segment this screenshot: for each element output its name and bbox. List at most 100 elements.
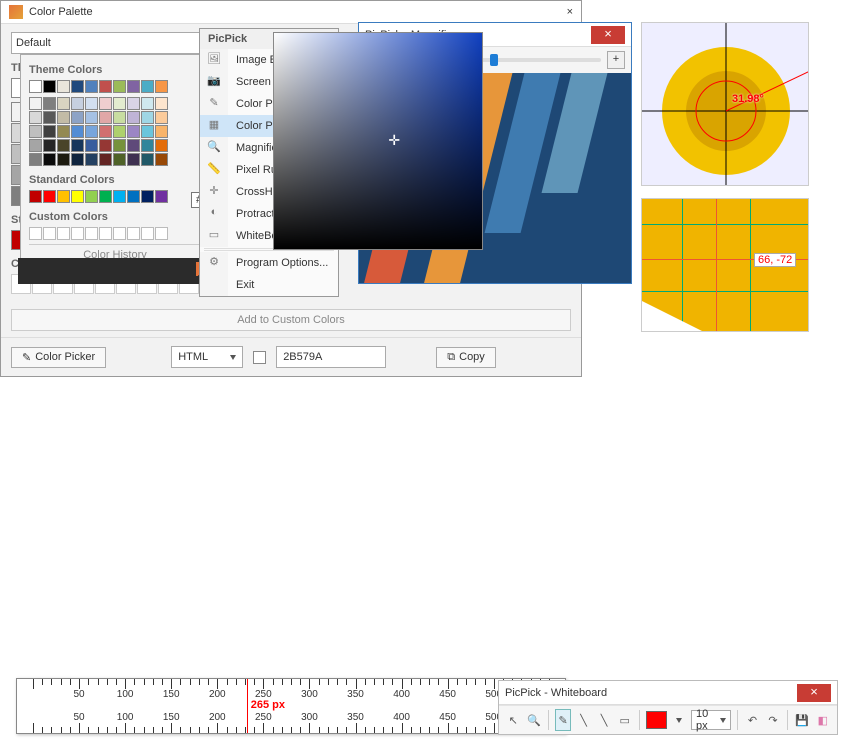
- color-swatch[interactable]: [99, 139, 112, 152]
- color-swatch[interactable]: [141, 125, 154, 138]
- color-picker-button[interactable]: ✎Color Picker: [11, 347, 106, 368]
- color-swatch[interactable]: [113, 190, 126, 203]
- color-swatch[interactable]: [99, 153, 112, 166]
- color-swatch[interactable]: [155, 80, 168, 93]
- color-swatch[interactable]: [29, 153, 42, 166]
- custom-color-slot[interactable]: [71, 227, 84, 240]
- menu-item[interactable]: Exit: [200, 274, 338, 296]
- color-gradient[interactable]: ✛: [273, 32, 483, 250]
- color-swatch[interactable]: [43, 190, 56, 203]
- color-swatch[interactable]: [71, 153, 84, 166]
- redo-button[interactable]: ↷: [765, 709, 782, 731]
- color-swatch[interactable]: [71, 111, 84, 124]
- color-swatch[interactable]: [71, 125, 84, 138]
- color-swatch[interactable]: [141, 190, 154, 203]
- custom-color-slot[interactable]: [155, 227, 168, 240]
- color-swatch[interactable]: [113, 111, 126, 124]
- color-swatch[interactable]: [71, 190, 84, 203]
- custom-color-slot[interactable]: [57, 227, 70, 240]
- color-swatch[interactable]: [29, 80, 42, 93]
- color-swatch[interactable]: [155, 97, 168, 110]
- color-swatch[interactable]: [85, 111, 98, 124]
- undo-button[interactable]: ↶: [744, 709, 761, 731]
- color-swatch[interactable]: [43, 80, 56, 93]
- color-swatch[interactable]: [127, 125, 140, 138]
- color-swatch[interactable]: [43, 153, 56, 166]
- color-swatch[interactable]: [29, 190, 42, 203]
- color-swatch[interactable]: [57, 80, 70, 93]
- color-swatch[interactable]: [155, 111, 168, 124]
- zoom-tool[interactable]: 🔍: [526, 709, 543, 731]
- color-swatch[interactable]: [85, 153, 98, 166]
- line-tool-2[interactable]: ╲: [596, 709, 613, 731]
- custom-color-slot[interactable]: [141, 227, 154, 240]
- pointer-tool[interactable]: ↖: [505, 709, 522, 731]
- color-swatch[interactable]: [71, 97, 84, 110]
- color-swatch[interactable]: [99, 97, 112, 110]
- color-swatch[interactable]: [99, 190, 112, 203]
- color-swatch[interactable]: [141, 111, 154, 124]
- color-swatch[interactable]: [99, 80, 112, 93]
- color-swatch[interactable]: [85, 97, 98, 110]
- color-swatch[interactable]: [113, 97, 126, 110]
- custom-color-slot[interactable]: [29, 227, 42, 240]
- add-to-custom-button[interactable]: Add to Custom Colors: [11, 309, 571, 331]
- color-swatch[interactable]: [127, 190, 140, 203]
- pen-tool[interactable]: ✎: [555, 709, 572, 731]
- color-swatch[interactable]: [57, 125, 70, 138]
- color-swatch[interactable]: [127, 139, 140, 152]
- color-swatch[interactable]: [113, 153, 126, 166]
- color-swatch[interactable]: [57, 190, 70, 203]
- color-swatch[interactable]: [127, 80, 140, 93]
- color-swatch[interactable]: [29, 111, 42, 124]
- color-swatch[interactable]: [29, 139, 42, 152]
- color-swatch[interactable]: [127, 111, 140, 124]
- color-swatch[interactable]: [57, 153, 70, 166]
- size-dropdown[interactable]: 10 px: [691, 710, 731, 730]
- color-dropdown[interactable]: [671, 709, 688, 731]
- color-swatch[interactable]: [127, 153, 140, 166]
- color-swatch[interactable]: [113, 80, 126, 93]
- custom-color-slot[interactable]: [85, 227, 98, 240]
- hex-value-field[interactable]: 2B579A: [276, 346, 386, 368]
- color-swatch[interactable]: [71, 80, 84, 93]
- color-swatch[interactable]: [141, 153, 154, 166]
- custom-color-slot[interactable]: [99, 227, 112, 240]
- color-swatch[interactable]: [155, 139, 168, 152]
- hash-checkbox[interactable]: [253, 351, 266, 364]
- format-dropdown[interactable]: HTML: [171, 346, 243, 368]
- color-swatch[interactable]: [113, 139, 126, 152]
- color-swatch[interactable]: [43, 97, 56, 110]
- color-swatch[interactable]: [85, 190, 98, 203]
- zoom-in-button[interactable]: +: [607, 51, 625, 69]
- color-swatch[interactable]: [43, 125, 56, 138]
- color-swatch[interactable]: [141, 139, 154, 152]
- color-swatch[interactable]: [57, 139, 70, 152]
- line-tool[interactable]: ╲: [575, 709, 592, 731]
- color-swatch[interactable]: [155, 153, 168, 166]
- color-swatch[interactable]: [71, 139, 84, 152]
- menu-item[interactable]: ⚙Program Options...: [200, 252, 338, 274]
- color-swatch[interactable]: [29, 97, 42, 110]
- color-swatch[interactable]: [113, 125, 126, 138]
- rect-tool[interactable]: ▭: [616, 709, 633, 731]
- close-button[interactable]: ×: [797, 684, 831, 702]
- color-swatch[interactable]: [99, 125, 112, 138]
- color-swatch[interactable]: [85, 80, 98, 93]
- custom-color-slot[interactable]: [43, 227, 56, 240]
- color-swatch[interactable]: [85, 125, 98, 138]
- color-swatch[interactable]: [99, 111, 112, 124]
- color-swatch[interactable]: [85, 139, 98, 152]
- custom-color-slot[interactable]: [113, 227, 126, 240]
- color-swatch[interactable]: [29, 125, 42, 138]
- color-swatch[interactable]: [127, 97, 140, 110]
- color-swatch[interactable]: [646, 711, 667, 729]
- close-button[interactable]: ×: [567, 6, 573, 18]
- erase-button[interactable]: ◧: [815, 709, 832, 731]
- color-swatch[interactable]: [43, 139, 56, 152]
- color-swatch[interactable]: [141, 97, 154, 110]
- color-swatch[interactable]: [43, 111, 56, 124]
- color-swatch[interactable]: [155, 190, 168, 203]
- copy-button[interactable]: ⧉Copy: [436, 347, 496, 368]
- pixel-ruler[interactable]: 5050100100150150200200250250300300350350…: [16, 678, 566, 734]
